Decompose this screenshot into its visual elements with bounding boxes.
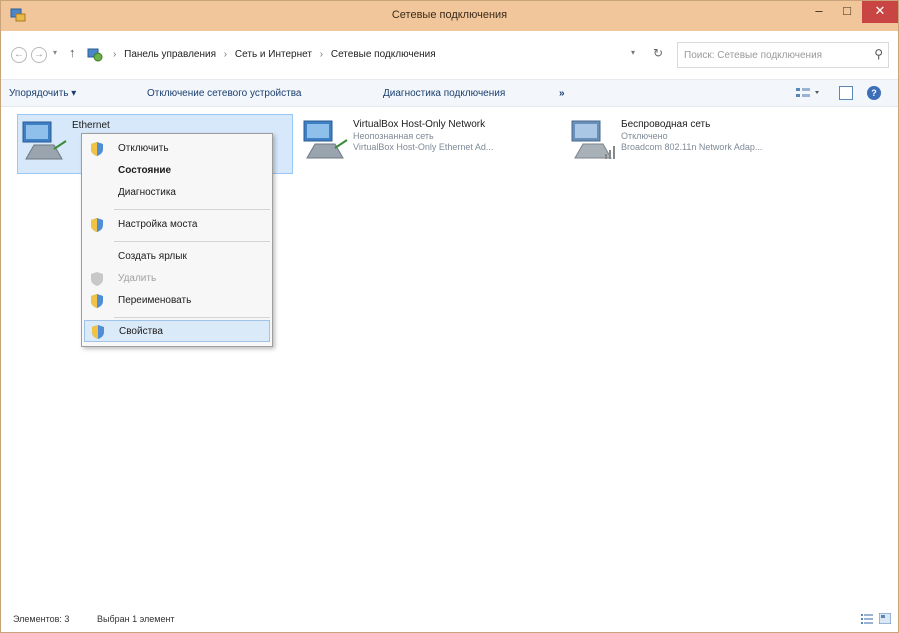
shield-icon bbox=[91, 218, 103, 232]
search-icon[interactable]: ⚲ bbox=[874, 47, 883, 61]
breadcrumb-separator[interactable]: › bbox=[320, 49, 323, 60]
recent-locations-chevron-icon[interactable]: ▾ bbox=[53, 48, 57, 57]
connection-name: VirtualBox Host-Only Network bbox=[353, 119, 486, 130]
menu-item-label: Состояние bbox=[118, 165, 172, 176]
menu-item-delete: Удалить bbox=[84, 268, 270, 290]
tiles-view-icon[interactable] bbox=[879, 613, 891, 624]
minimize-button[interactable]: – bbox=[806, 1, 832, 23]
explorer-window: Сетевые подключения – □ ✕ ← → ▾ ↑ › Пане… bbox=[0, 0, 899, 633]
connection-text: Беспроводная сеть Отключено Broadcom 802… bbox=[621, 118, 762, 153]
connection-adapter: Broadcom 802.11n Network Adap... bbox=[621, 142, 763, 152]
breadcrumb-network-internet[interactable]: Сеть и Интернет bbox=[235, 49, 312, 60]
shield-icon bbox=[91, 142, 103, 156]
menu-item-label: Свойства bbox=[119, 326, 163, 337]
control-panel-icon bbox=[87, 48, 103, 62]
menu-item-diagnostics[interactable]: Диагностика bbox=[84, 182, 270, 204]
search-input[interactable] bbox=[684, 48, 864, 63]
menu-item-disable[interactable]: Отключить bbox=[84, 138, 270, 160]
diagnose-connection-button[interactable]: Диагностика подключения bbox=[383, 88, 505, 99]
refresh-icon[interactable]: ↻ bbox=[653, 46, 663, 60]
disable-device-button[interactable]: Отключение сетевого устройства bbox=[147, 88, 302, 99]
command-bar: Упорядочить ▾ Отключение сетевого устрой… bbox=[1, 79, 898, 107]
title-bar[interactable]: Сетевые подключения – □ ✕ bbox=[1, 1, 898, 31]
breadcrumb-separator[interactable]: › bbox=[113, 49, 116, 60]
menu-item-label: Удалить bbox=[118, 273, 157, 284]
item-count: Элементов: 3 bbox=[13, 614, 70, 624]
breadcrumb: › Панель управления › Сеть и Интернет › … bbox=[108, 49, 436, 60]
menu-separator bbox=[114, 241, 270, 242]
connection-wireless[interactable]: Беспроводная сеть Отключено Broadcom 802… bbox=[567, 114, 837, 174]
selection-count: Выбран 1 элемент bbox=[97, 614, 175, 624]
search-box[interactable]: ⚲ bbox=[677, 42, 889, 68]
menu-item-label: Переименовать bbox=[118, 295, 192, 306]
breadcrumb-separator[interactable]: › bbox=[224, 49, 227, 60]
menu-item-label: Создать ярлык bbox=[118, 251, 187, 262]
menu-separator bbox=[114, 209, 270, 210]
menu-item-create-shortcut[interactable]: Создать ярлык bbox=[84, 246, 270, 268]
connection-name: Беспроводная сеть bbox=[621, 119, 711, 130]
connection-status: Отключено bbox=[621, 131, 668, 141]
menu-item-rename[interactable]: Переименовать bbox=[84, 290, 270, 312]
navigation-bar: ← → ▾ ↑ › Панель управления › Сеть и Инт… bbox=[1, 31, 898, 79]
close-button[interactable]: ✕ bbox=[862, 1, 898, 23]
connection-virtualbox[interactable]: VirtualBox Host-Only Network Неопознанна… bbox=[299, 114, 561, 174]
breadcrumb-control-panel[interactable]: Панель управления bbox=[124, 49, 216, 60]
menu-item-status[interactable]: Состояние bbox=[84, 160, 270, 182]
shield-icon bbox=[92, 325, 104, 339]
menu-item-label: Диагностика bbox=[118, 187, 176, 198]
maximize-button[interactable]: □ bbox=[834, 1, 860, 23]
address-bar[interactable]: › Панель управления › Сеть и Интернет › … bbox=[83, 42, 676, 68]
breadcrumb-network-connections[interactable]: Сетевые подключения bbox=[331, 49, 436, 60]
wireless-adapter-icon bbox=[571, 120, 615, 159]
connection-name: Ethernet bbox=[72, 120, 110, 131]
shield-icon bbox=[91, 272, 103, 286]
forward-arrow-icon[interactable]: → bbox=[31, 47, 47, 63]
menu-item-properties[interactable]: Свойства bbox=[84, 320, 270, 342]
connection-adapter: VirtualBox Host-Only Ethernet Ad... bbox=[353, 142, 494, 152]
context-menu: Отключить Состояние Диагностика Настройк… bbox=[81, 133, 273, 347]
details-view-icon[interactable] bbox=[861, 613, 873, 624]
virtualbox-adapter-icon bbox=[303, 120, 348, 159]
organize-button[interactable]: Упорядочить ▾ bbox=[9, 88, 76, 99]
menu-separator bbox=[114, 317, 270, 318]
change-view-icon[interactable] bbox=[795, 86, 823, 100]
connection-status: Неопознанная сеть bbox=[353, 131, 434, 141]
preview-pane-icon[interactable] bbox=[839, 86, 853, 100]
window-title: Сетевые подключения bbox=[391, 9, 508, 21]
shield-icon bbox=[91, 294, 103, 308]
connection-text: Ethernet bbox=[72, 119, 110, 132]
menu-item-bridge[interactable]: Настройка моста bbox=[84, 214, 270, 236]
menu-item-label: Настройка моста bbox=[118, 219, 198, 230]
status-bar: Элементов: 3 Выбран 1 элемент bbox=[1, 605, 898, 632]
menu-item-label: Отключить bbox=[118, 143, 169, 154]
up-arrow-icon[interactable]: ↑ bbox=[69, 45, 76, 60]
help-icon[interactable]: ? bbox=[867, 86, 881, 100]
ethernet-adapter-icon bbox=[22, 121, 67, 160]
connection-text: VirtualBox Host-Only Network Неопознанна… bbox=[353, 118, 493, 153]
more-commands-button[interactable]: » bbox=[559, 88, 565, 99]
address-dropdown-chevron-icon[interactable]: ▾ bbox=[631, 48, 635, 57]
back-arrow-icon[interactable]: ← bbox=[11, 47, 27, 63]
